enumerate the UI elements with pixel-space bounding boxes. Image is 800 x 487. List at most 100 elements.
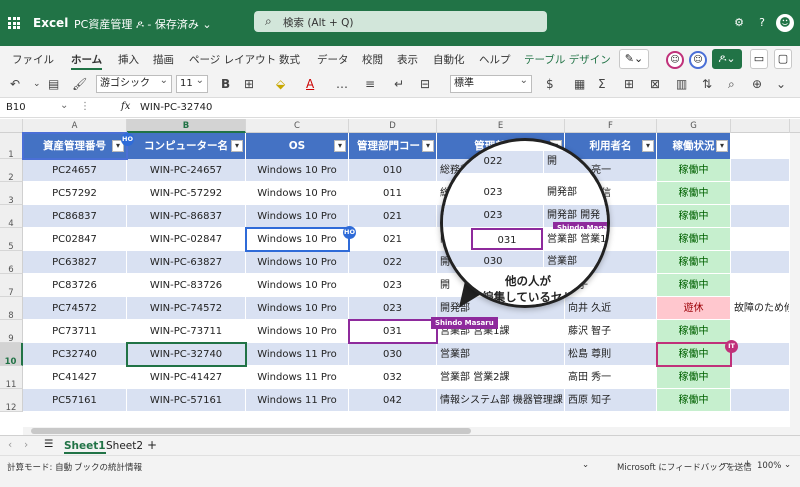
filter-dropdown-icon[interactable]: ▾ [422,140,434,152]
table-header-cell[interactable]: 管理部門コード ▾ [349,133,437,159]
table-cell[interactable]: WIN-PC-41427 [127,366,246,389]
column-header[interactable]: B [127,119,246,133]
table-cell[interactable]: 031 [349,320,437,343]
empty-cell[interactable] [731,320,790,343]
table-cell[interactable]: PC57161 [23,389,127,412]
column-header[interactable] [731,119,790,133]
row-header[interactable]: 9 [0,320,23,344]
table-cell[interactable]: Windows 10 Pro [246,159,349,182]
scrollbar-thumb[interactable] [31,428,471,434]
tab-table-design[interactable]: テーブル デザイン [524,52,611,67]
tab-home[interactable]: ホーム [71,52,103,70]
table-cell[interactable]: 010 [349,159,437,182]
sheet-tab-sheet2[interactable]: Sheet2 [106,440,143,452]
empty-cell[interactable] [731,389,790,412]
table-cell[interactable]: PC41427 [23,366,127,389]
more-options-icon[interactable]: ⌄ [776,77,786,91]
table-cell[interactable]: 営業部 [437,343,565,366]
scroll-left-icon[interactable]: ‹ [8,439,12,451]
tab-formulas[interactable]: 数式 [279,52,300,67]
avatar[interactable]: ☻ [776,14,794,32]
table-cell[interactable]: Windows 11 Pro [246,389,349,412]
bold-icon[interactable]: B [221,77,230,91]
empty-cell[interactable] [731,251,790,274]
comments-icon[interactable]: ▭ [750,49,768,69]
undo-icon[interactable]: ↶ [10,77,20,91]
collaborator-avatar[interactable]: ☺ [689,51,707,69]
horizontal-scrollbar[interactable] [23,427,800,435]
name-box[interactable]: B10 [6,102,26,113]
gear-icon[interactable]: ⚙ [730,14,748,32]
sheet-tab-sheet1[interactable]: Sheet1 [64,440,106,454]
format-cells-icon[interactable]: ▥ [676,77,687,91]
clipboard-icon[interactable]: ▤ [48,77,59,91]
row-header[interactable]: 4 [0,205,23,229]
zoom-out-icon[interactable]: − [722,459,729,469]
empty-cell[interactable] [731,133,790,159]
insert-cells-icon[interactable]: ⊞ [624,77,634,91]
table-cell[interactable]: WIN-PC-32740 [127,343,246,366]
scroll-right-icon[interactable]: › [24,439,28,451]
table-cell[interactable]: PC86837 [23,205,127,228]
calc-mode[interactable]: 計算モード: 自動 [7,461,72,473]
tab-page-layout[interactable]: ページ レイアウト [189,52,276,67]
table-header-cell[interactable]: 資産管理番号 ▾ [23,133,127,159]
borders-icon[interactable]: ⊞ [244,77,254,91]
tab-file[interactable]: ファイル [12,52,54,67]
table-cell[interactable]: 藤沢 智子 [565,320,657,343]
chevron-down-icon[interactable]: ⌄ [60,100,68,111]
empty-cell[interactable] [731,343,790,366]
row-header[interactable]: 2 [0,159,23,183]
help-icon[interactable]: ? [753,14,771,32]
present-icon[interactable]: ▢ [774,49,792,69]
editing-mode-button[interactable]: ✎⌄ [619,49,649,69]
table-cell[interactable]: 松島 尊則 [565,343,657,366]
status-cell[interactable]: 稼働中 [657,274,731,297]
column-header[interactable]: C [246,119,349,133]
table-cell[interactable]: PC63827 [23,251,127,274]
status-cell[interactable]: 遊休 [657,297,731,320]
chevron-down-icon[interactable]: ⌄ [33,79,41,89]
table-cell[interactable]: WIN-PC-57292 [127,182,246,205]
table-cell[interactable]: PC02847 [23,228,127,251]
table-cell[interactable]: 021 [349,228,437,251]
table-cell[interactable]: 030 [349,343,437,366]
table-cell[interactable]: WIN-PC-86837 [127,205,246,228]
font-size-select[interactable]: 11 [176,73,208,93]
app-launcher-icon[interactable] [8,17,20,29]
table-cell[interactable]: 042 [349,389,437,412]
filter-dropdown-icon[interactable]: ▾ [642,140,654,152]
select-all-button[interactable] [0,119,23,133]
row-header[interactable]: 7 [0,274,23,298]
table-cell[interactable]: PC57292 [23,182,127,205]
table-cell[interactable]: 011 [349,182,437,205]
status-cell[interactable]: 稼働中 [657,159,731,182]
addins-icon[interactable]: ⊕ [752,77,762,91]
filter-dropdown-icon[interactable]: ▾ [231,140,243,152]
merge-icon[interactable]: ⊟ [420,77,430,91]
filter-dropdown-icon[interactable]: ▾ [334,140,346,152]
overflow-note[interactable]: 故障のため修 [731,297,790,320]
empty-cell[interactable] [731,274,790,297]
status-cell[interactable]: 稼働中 [657,182,731,205]
chevron-down-icon[interactable]: ⌄ [582,460,589,470]
chevron-down-icon[interactable]: ⌄ [784,460,791,470]
align-icon[interactable]: ≡ [365,77,375,91]
table-cell[interactable]: PC83726 [23,274,127,297]
table-cell[interactable]: Windows 10 Pro [246,228,349,251]
table-cell[interactable]: PC73711 [23,320,127,343]
vertical-scrollbar[interactable] [790,133,800,427]
table-cell[interactable]: 032 [349,366,437,389]
table-cell[interactable]: WIN-PC-24657 [127,159,246,182]
tab-automate[interactable]: 自動化 [433,52,465,67]
status-cell[interactable]: 稼働中 [657,389,731,412]
status-cell[interactable]: 稼働中 [657,228,731,251]
function-icon[interactable]: fx [121,101,130,112]
format-painter-icon[interactable]: 🖌 [72,77,87,91]
table-cell[interactable]: Windows 10 Pro [246,297,349,320]
cancel-icon[interactable]: ⋮ [80,101,90,112]
table-cell[interactable]: 情報システム部 機器管理課 [437,389,565,412]
sort-filter-icon[interactable]: ⇅ [702,77,712,91]
status-cell[interactable]: 稼働中 [657,320,731,343]
workbook-stats[interactable]: ブックの統計情報 [74,461,142,473]
